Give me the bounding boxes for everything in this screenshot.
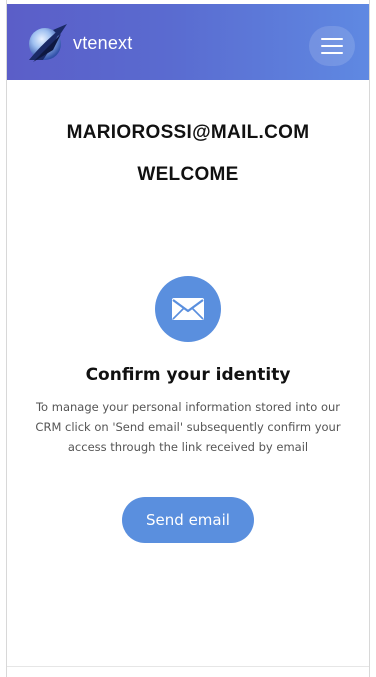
bottom-divider [7, 666, 369, 667]
brand[interactable]: vtenext [23, 20, 132, 66]
main-content: MARIOROSSI@MAIL.COM WELCOME Confirm your… [7, 80, 369, 543]
brand-name: vtenext [73, 32, 133, 53]
user-email: MARIOROSSI@MAIL.COM [66, 122, 310, 143]
send-email-button[interactable]: Send email [122, 497, 254, 543]
vtenext-logo-icon [29, 24, 67, 62]
confirm-description: To manage your personal information stor… [35, 400, 341, 454]
envelope-icon [172, 298, 204, 320]
top-bar: vtenext [7, 4, 369, 80]
phone-frame: vtenext MARIOROSSI@MAIL.COM WELCOME Conf… [6, 0, 370, 677]
welcome-heading: WELCOME [137, 164, 239, 185]
hamburger-menu-icon [321, 38, 343, 54]
mail-badge [155, 276, 221, 342]
confirm-identity-title: Confirm your identity [85, 365, 291, 385]
menu-button[interactable] [309, 26, 355, 66]
